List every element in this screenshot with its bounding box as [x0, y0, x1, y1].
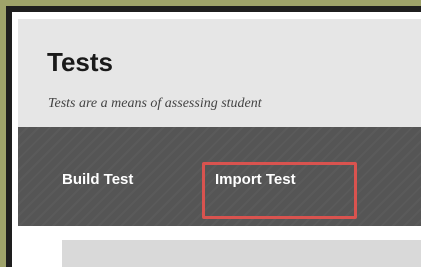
content-area	[62, 240, 421, 267]
import-test-button[interactable]: Import Test	[215, 171, 296, 189]
page-title: Tests	[47, 47, 113, 77]
page-description: Tests are a means of assessing student	[48, 96, 262, 111]
build-test-button[interactable]: Build Test	[62, 171, 133, 189]
